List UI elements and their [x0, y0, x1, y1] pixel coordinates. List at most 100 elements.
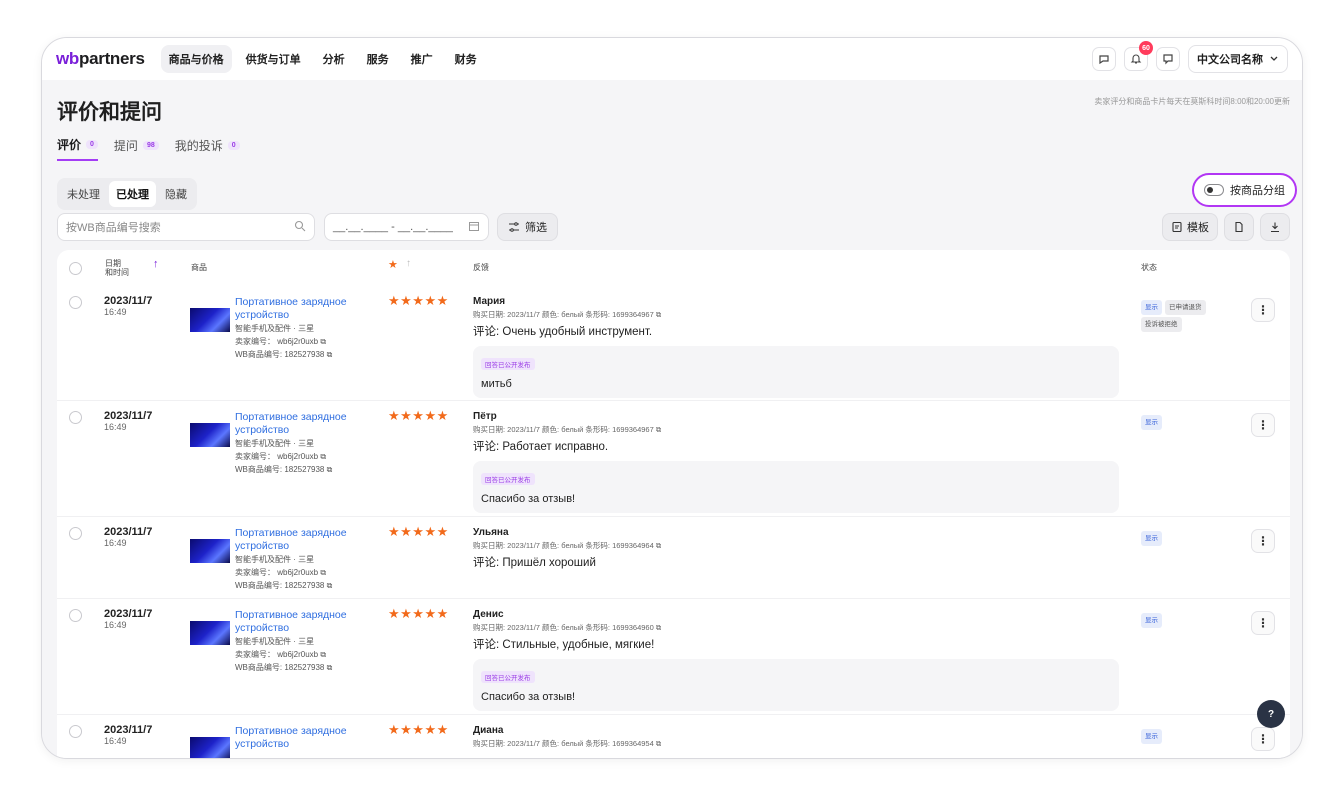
template-button[interactable]: 模板	[1162, 213, 1218, 241]
review-comment: 评论: Стильные, удобные, мягкие!	[473, 639, 655, 651]
product-name-link[interactable]: Портативное зарядное устройство	[235, 725, 375, 751]
review-date: 2023/11/7	[104, 295, 153, 307]
nav-finance[interactable]: 财务	[447, 45, 485, 73]
nav-services[interactable]: 服务	[359, 45, 397, 73]
page-title: 评价和提问	[57, 101, 162, 124]
row-menu-button[interactable]: ⋮	[1251, 611, 1275, 635]
product-name-link[interactable]: Портативное зарядное устройство	[235, 609, 375, 635]
product-thumbnail[interactable]	[190, 308, 230, 332]
calendar-icon[interactable]	[468, 220, 480, 235]
group-by-product-toggle[interactable]: 按商品分组	[1192, 173, 1297, 207]
review-time: 16:49	[104, 422, 127, 432]
search-icon	[294, 220, 306, 235]
date-range-input[interactable]: __.__.____ - __.__.____	[324, 213, 489, 241]
copy-icon[interactable]: ⧉	[320, 650, 326, 659]
copy-icon[interactable]: ⧉	[320, 337, 326, 346]
review-comment: 评论: Очень удобный инструмент.	[473, 326, 653, 338]
update-note: 卖家评分和商品卡片每天在莫斯科时间8:00和20:00更新	[1094, 97, 1290, 106]
nav-supply-orders[interactable]: 供货与订单	[238, 45, 309, 73]
row-menu-button[interactable]: ⋮	[1251, 298, 1275, 322]
review-author: Мария	[473, 296, 506, 307]
product-name-link[interactable]: Портативное зарядное устройство	[235, 527, 375, 553]
copy-icon[interactable]: ⧉	[327, 350, 333, 359]
purchase-info: 购买日期: 2023/11/7 颜色: белый 条形码: 169936496…	[473, 310, 662, 319]
wbpartners-logo[interactable]: wbpartners	[56, 49, 145, 69]
copy-icon[interactable]: ⧉	[656, 425, 661, 434]
copy-icon[interactable]: ⧉	[656, 310, 661, 319]
copy-icon[interactable]: ⧉	[320, 568, 326, 577]
company-selector[interactable]: 中文公司名称	[1188, 45, 1288, 73]
purchase-info: 购买日期: 2023/11/7 颜色: белый 条形码: 169936496…	[473, 425, 662, 434]
product-thumbnail[interactable]	[190, 423, 230, 447]
product-name-link[interactable]: Портативное зарядное устройство	[235, 411, 375, 437]
status-tag: 显示	[1141, 613, 1162, 628]
row-checkbox[interactable]	[69, 527, 82, 540]
product-name-link[interactable]: Портативное зарядное устройство	[235, 296, 375, 322]
copy-icon[interactable]: ⧉	[320, 452, 326, 461]
bell-icon[interactable]: 60	[1124, 41, 1153, 71]
tab-questions[interactable]: 提问 98	[114, 136, 159, 161]
search-placeholder: 按WB商品编号搜索	[66, 222, 161, 234]
seller-code: 卖家编号： wb6j2r0uxb ⧉	[235, 337, 327, 346]
chat-icon[interactable]	[1092, 47, 1116, 71]
app-window: wbpartners 商品与价格 供货与订单 分析 服务 推广 财务 60 中文…	[41, 37, 1303, 759]
row-checkbox[interactable]	[69, 609, 82, 622]
seller-reply: 回答已公开发布 митьб	[473, 346, 1119, 398]
table-header: 日期 和时间 ↑ 商品 ★ ↑ 反馈 状态	[57, 250, 1290, 286]
reply-published-tag: 回答已公开发布	[481, 358, 535, 370]
segment-processed[interactable]: 已处理	[109, 181, 156, 207]
segment-hidden[interactable]: 隐藏	[158, 181, 194, 207]
row-checkbox[interactable]	[69, 296, 82, 309]
tab-bar: 评价 0 提问 98 我的投诉 0	[57, 136, 240, 161]
toggle-switch[interactable]	[1204, 184, 1224, 196]
tab-count: 0	[227, 141, 240, 150]
table-row: 2023/11/7 16:49 Портативное зарядное устро…	[57, 517, 1290, 599]
product-thumbnail[interactable]	[190, 539, 230, 563]
page-content: 评价和提问 卖家评分和商品卡片每天在莫斯科时间8:00和20:00更新 评价 0 …	[42, 80, 1302, 758]
copy-icon[interactable]: ⧉	[656, 623, 661, 632]
copy-icon[interactable]: ⧉	[327, 465, 333, 474]
nav-products-prices[interactable]: 商品与价格	[160, 45, 232, 73]
chevron-down-icon	[1270, 56, 1278, 61]
date-column-header[interactable]: 日期 和时间	[105, 259, 129, 277]
row-checkbox[interactable]	[69, 725, 82, 738]
wb-product-code: WB商品编号: 182527938 ⧉	[235, 663, 333, 672]
status-tag: 已申请退货	[1165, 300, 1206, 315]
star-sort-icon[interactable]: ★	[388, 258, 398, 271]
search-input[interactable]: 按WB商品编号搜索	[57, 213, 315, 241]
rating-stars: ★★★★★	[388, 293, 449, 308]
filter-button[interactable]: 筛选	[497, 213, 558, 241]
copy-icon[interactable]: ⧉	[327, 581, 333, 590]
sort-arrow-icon[interactable]: ↑	[153, 258, 159, 270]
copy-icon[interactable]: ⧉	[656, 739, 661, 748]
nav-promotion[interactable]: 推广	[403, 45, 441, 73]
product-column-header: 商品	[191, 263, 207, 272]
product-thumbnail[interactable]	[190, 737, 230, 758]
segment-unprocessed[interactable]: 未处理	[60, 181, 107, 207]
tab-complaints[interactable]: 我的投诉 0	[175, 136, 240, 161]
review-author: Денис	[473, 609, 504, 620]
tab-reviews[interactable]: 评价 0	[57, 136, 98, 161]
nav-analytics[interactable]: 分析	[315, 45, 353, 73]
rating-stars: ★★★★★	[388, 524, 449, 539]
status-segmented-control: 未处理 已处理 隐藏	[57, 178, 197, 210]
row-menu-button[interactable]: ⋮	[1251, 413, 1275, 437]
copy-icon[interactable]: ⧉	[327, 663, 333, 672]
help-button[interactable]: ?	[1257, 700, 1285, 728]
select-all-checkbox[interactable]	[69, 262, 82, 275]
copy-icon[interactable]: ⧉	[656, 541, 661, 550]
document-button[interactable]	[1224, 213, 1254, 241]
product-category: 智能手机及配件 · 三星	[235, 555, 315, 564]
support-icon[interactable]	[1156, 47, 1180, 71]
reply-published-tag: 回答已公开发布	[481, 671, 535, 683]
status-tag: 投诉被拒绝	[1141, 317, 1182, 332]
rating-sort-arrow-icon[interactable]: ↑	[406, 258, 411, 269]
seller-reply: 回答已公开发布 Спасибо за отзыв!	[473, 659, 1119, 711]
row-menu-button[interactable]: ⋮	[1251, 727, 1275, 751]
row-menu-button[interactable]: ⋮	[1251, 529, 1275, 553]
product-thumbnail[interactable]	[190, 621, 230, 645]
purchase-info: 购买日期: 2023/11/7 颜色: белый 条形码: 169936495…	[473, 739, 662, 748]
row-checkbox[interactable]	[69, 411, 82, 424]
filter-icon	[509, 222, 519, 232]
download-button[interactable]	[1260, 213, 1290, 241]
